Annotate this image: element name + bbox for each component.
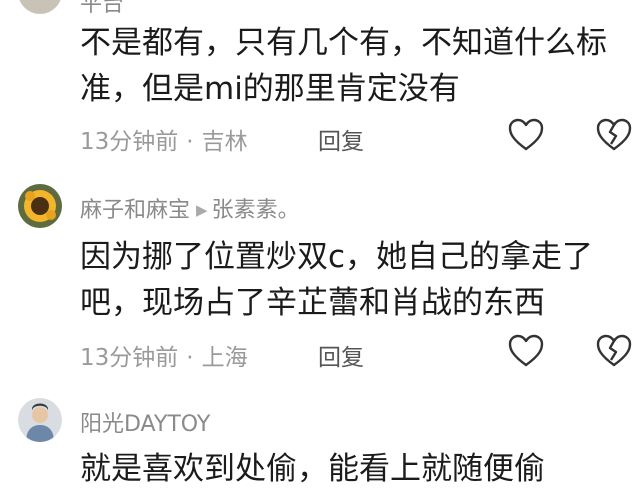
username[interactable]: 阳光DAYTOY — [80, 412, 210, 437]
comment-text-line: 吧，现场占了辛芷蕾和肖战的东西 — [80, 285, 545, 321]
reply-button[interactable]: 回复 — [318, 338, 364, 372]
top-partial-avatar[interactable] — [18, 0, 62, 14]
separator-dot: · — [186, 345, 194, 371]
comment-location: 吉林 — [201, 129, 248, 155]
comment-username[interactable]: 阳光DAYTOY — [80, 406, 210, 438]
sunflower-avatar-image — [18, 184, 62, 228]
comment-username[interactable]: 麻子和麻宝 ▶ 张素素。 — [80, 192, 300, 224]
comment-text-line: 准，但是mi的那里肯定没有 — [80, 71, 460, 107]
reply-button[interactable]: 回复 — [318, 122, 364, 156]
like-heart-icon[interactable] — [508, 334, 544, 368]
dislike-broken-heart-icon[interactable] — [596, 118, 632, 152]
avatar[interactable] — [18, 398, 62, 442]
comment-meta: 13分钟前 · 上海 — [80, 338, 248, 372]
comment-text-line: 不是都有，只有几个有，不知道什么标 — [80, 25, 607, 61]
top-partial-username[interactable]: 平台 — [80, 0, 124, 18]
like-heart-icon[interactable] — [508, 118, 544, 152]
username[interactable]: 麻子和麻宝 — [80, 198, 190, 223]
comment-text-line: 因为挪了位置炒双c，她自己的拿走了 — [80, 239, 594, 275]
separator-dot: · — [186, 129, 194, 155]
comment-time: 13分钟前 — [80, 129, 179, 155]
avatar[interactable] — [18, 184, 62, 228]
reply-arrow-icon: ▶ — [196, 201, 208, 219]
dislike-broken-heart-icon[interactable] — [596, 334, 632, 368]
comment-time: 13分钟前 — [80, 345, 179, 371]
comment-meta: 13分钟前 · 吉林 — [80, 122, 248, 156]
reply-to-username[interactable]: 张素素。 — [212, 198, 300, 223]
comment-text-line: 就是喜欢到处偷，能看上就随便偷 — [80, 451, 545, 487]
comment-location: 上海 — [201, 345, 248, 371]
person-avatar-image — [18, 398, 62, 442]
